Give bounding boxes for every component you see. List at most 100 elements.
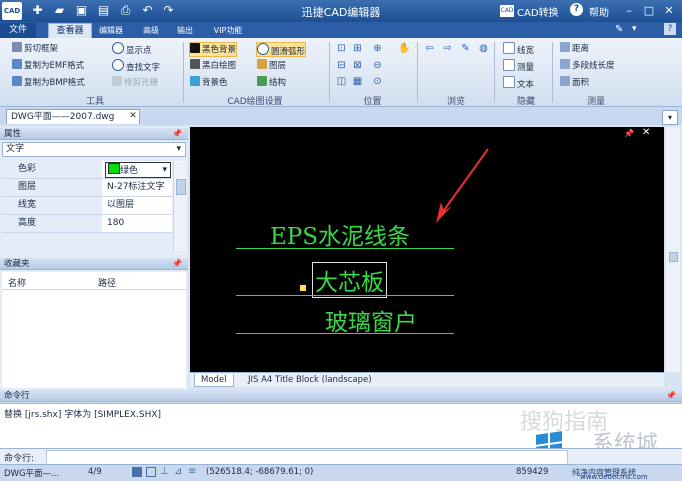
pin-icon[interactable]: 📌: [666, 390, 676, 402]
edit-icon[interactable]: ✎: [460, 43, 471, 54]
drawing-canvas[interactable]: 📌 ✕ EPS水泥线条 大芯板 玻璃窗户: [190, 127, 664, 372]
trim-raster-button[interactable]: 修剪光栅: [112, 76, 158, 89]
distance-icon: [560, 42, 570, 52]
layout-tab-model[interactable]: Model: [194, 374, 234, 387]
property-row-height[interactable]: 高度 180: [2, 215, 172, 233]
distance-button[interactable]: 距离: [560, 42, 589, 55]
find-text-button[interactable]: 查找文字: [112, 59, 160, 73]
zoom-dynamic-icon[interactable]: ⊙: [372, 76, 383, 87]
browse-globe-icon[interactable]: ◍: [478, 43, 489, 54]
arrow-shaft: [441, 148, 489, 214]
find-icon: [112, 59, 124, 71]
favorites-column-name[interactable]: 名称: [8, 276, 26, 289]
zoom-window-icon[interactable]: ⊡: [336, 43, 347, 54]
canvas-scrollbar[interactable]: [666, 127, 680, 372]
group-label-position: 位置: [363, 97, 382, 107]
polar-icon[interactable]: ⊿: [174, 466, 182, 477]
group-label-hide: 隐藏: [516, 97, 535, 107]
dropdown-icon[interactable]: ▾: [632, 24, 637, 34]
command-output-text: 替换 [jrs.shx] 字体为 [SIMPLEX.SHX]: [4, 410, 162, 420]
ortho-icon[interactable]: ⊥: [160, 466, 169, 477]
arrow-right-icon[interactable]: ⇨: [442, 43, 453, 54]
favorites-column-path[interactable]: 路径: [98, 276, 116, 289]
structure-icon: [257, 76, 267, 86]
help-button[interactable]: 帮助: [589, 4, 609, 19]
object-type-select[interactable]: 文字 ▾: [2, 142, 186, 157]
command-output: 替换 [jrs.shx] 字体为 [SIMPLEX.SHX] 搜狗指南 系统城: [0, 403, 682, 457]
tab-advanced[interactable]: 高级: [136, 23, 166, 38]
fit-icon[interactable]: ⊟: [336, 60, 347, 71]
minimize-icon[interactable]: –: [622, 4, 636, 18]
ribbon-help-icon[interactable]: ?: [664, 23, 676, 35]
zoom-in-icon[interactable]: ⊕: [372, 43, 383, 54]
zoom-extents-icon[interactable]: ⊞: [352, 43, 363, 54]
layout-tab-title-block[interactable]: JIS A4 Title Block (landscape): [242, 374, 378, 386]
polyline-length-button[interactable]: 多段线长度: [560, 59, 615, 72]
arrow-head: [436, 202, 452, 223]
command-line[interactable]: 命令行:: [0, 448, 682, 465]
property-row-linewidth[interactable]: 线宽 以图层: [2, 197, 172, 215]
status-page: 4/9: [88, 467, 102, 477]
zoom-prev-icon[interactable]: ◫: [336, 76, 347, 87]
maximize-icon[interactable]: □: [642, 4, 656, 18]
copy-emf-button[interactable]: 复制为EMF格式: [12, 59, 84, 72]
color-select[interactable]: 绿色 ▾: [105, 162, 171, 178]
property-row-layer[interactable]: 图层 N-27标注文字: [2, 179, 172, 197]
chevron-down-icon: ▾: [176, 144, 181, 154]
favorites-header: 收藏夹 📌: [0, 258, 188, 270]
text-toggle[interactable]: 文本: [503, 76, 534, 90]
favorites-divider: [2, 289, 186, 290]
line-width-toggle[interactable]: 线宽: [503, 42, 534, 56]
tab-vip[interactable]: VIP功能: [206, 23, 250, 38]
pan-hand-icon[interactable]: ✋: [398, 43, 410, 54]
color-swatch: [108, 163, 120, 174]
layers-button[interactable]: 图层: [257, 59, 286, 72]
document-tab[interactable]: DWG平面——2007.dwg: [6, 109, 140, 124]
tab-close-icon[interactable]: ✕: [128, 111, 138, 121]
tab-output[interactable]: 输出: [170, 23, 200, 38]
status-right-value: 859429: [516, 467, 549, 477]
tab-viewer[interactable]: 查看器: [48, 23, 92, 39]
structure-button[interactable]: 结构: [257, 76, 286, 89]
zoom-out-icon[interactable]: ⊖: [372, 60, 383, 71]
ribbon-separator: [183, 42, 184, 102]
canvas-scrollbar-thumb[interactable]: [669, 252, 678, 262]
status-coordinates: (526518.4; -68679.61; 0): [206, 467, 314, 477]
properties-scrollbar[interactable]: [173, 161, 186, 251]
area-button[interactable]: 面积: [560, 76, 589, 89]
chevron-down-icon: ▾: [162, 165, 167, 175]
snap-icon[interactable]: [132, 467, 142, 477]
pin-icon[interactable]: 📌: [172, 258, 182, 270]
arrow-left-icon[interactable]: ⇦: [424, 43, 435, 54]
measure-toggle-icon: [503, 59, 515, 71]
background-color-button[interactable]: 背景色: [190, 76, 228, 89]
cut-frame-button[interactable]: 剪切框架: [12, 42, 58, 55]
tab-list-chevron-icon[interactable]: ▾: [662, 110, 678, 125]
close-icon[interactable]: ✕: [662, 4, 676, 18]
command-input[interactable]: [46, 450, 568, 465]
ribbon-separator: [417, 42, 418, 102]
text-toggle-icon: [503, 76, 515, 88]
zoom-all-icon[interactable]: ⊠: [352, 60, 363, 71]
group-label-browse: 浏览: [446, 97, 465, 107]
property-row-color[interactable]: 色彩 绿色 ▾: [2, 161, 172, 179]
style-icon[interactable]: ✎: [615, 24, 623, 35]
grid-icon[interactable]: [146, 467, 156, 477]
trim-icon: [112, 76, 122, 86]
copy-bmp-button[interactable]: 复制为BMP格式: [12, 76, 85, 89]
ribbon-tabs: 文件 查看器 编辑器 高级 输出 VIP功能 ✎ ▾ ?: [0, 22, 682, 39]
tab-editor[interactable]: 编辑器: [94, 23, 128, 38]
ribbon: 剪切框架 复制为EMF格式 复制为BMP格式 显示点 查找文字 修剪光栅 工具 …: [0, 38, 682, 107]
black-background-button[interactable]: 黑色背景: [189, 42, 238, 57]
lineweight-icon[interactable]: ≡: [188, 466, 196, 477]
zoom-real-icon[interactable]: ▦: [352, 76, 363, 87]
pin-icon[interactable]: 📌: [172, 128, 182, 140]
properties-header: 属性 📌: [0, 128, 188, 140]
tab-file[interactable]: 文件: [0, 23, 36, 38]
smooth-arc-button[interactable]: 圆滑弧形: [256, 42, 307, 57]
measure-toggle[interactable]: 测量: [503, 59, 534, 73]
cad-convert-button[interactable]: CAD转换: [517, 4, 559, 19]
show-points-button[interactable]: 显示点: [112, 42, 152, 56]
black-white-button[interactable]: 黑白绘图: [190, 59, 236, 72]
scrollbar-thumb[interactable]: [176, 179, 186, 195]
